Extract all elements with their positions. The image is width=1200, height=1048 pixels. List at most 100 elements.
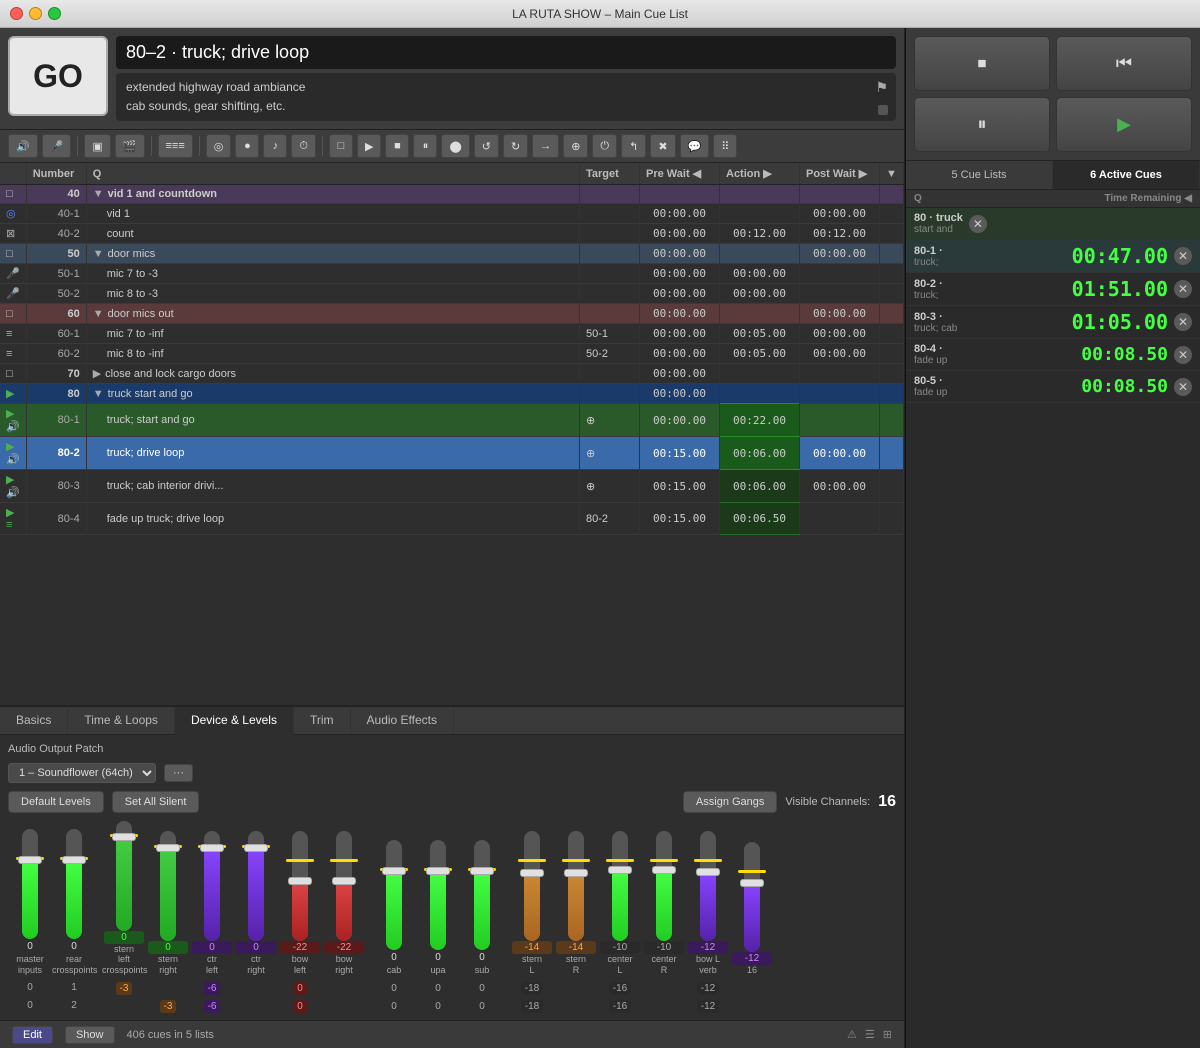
table-row[interactable]: 🎤 50-2 mic 8 to -3 00:00.00 00:00.00: [0, 284, 904, 304]
right-tab-cue-lists[interactable]: 5 Cue Lists: [906, 161, 1053, 189]
close-cue-80-2[interactable]: ✕: [1174, 280, 1192, 298]
toolbar-record-btn[interactable]: ●: [235, 134, 259, 158]
audio-patch-select[interactable]: 1 – Soundflower (64ch): [8, 763, 156, 783]
default-levels-btn[interactable]: Default Levels: [8, 791, 104, 813]
table-row[interactable]: ≡ 60-2 mic 8 to -inf 50-2 00:00.00 00:05…: [0, 344, 904, 364]
toolbar-add-btn[interactable]: ⊕: [563, 134, 588, 158]
active-cue-item-80-3[interactable]: 80-3 · truck; cab 01:05.00 ✕: [906, 306, 1200, 339]
toolbar-redo-btn[interactable]: ↻: [503, 134, 528, 158]
table-row[interactable]: □ 60 ▼door mics out 00:00.00 00:00.00: [0, 304, 904, 324]
toolbar-video-btn[interactable]: 🎬: [115, 134, 145, 158]
tab-audio-effects[interactable]: Audio Effects: [351, 707, 455, 734]
toolbar-pause-btn[interactable]: ⏸: [413, 134, 437, 158]
close-cue-80-4[interactable]: ✕: [1174, 346, 1192, 364]
fader-track-ctr-left[interactable]: [204, 831, 220, 941]
cue-table-wrapper[interactable]: Number Q Target Pre Wait ◀ Action ▶ Post…: [0, 163, 904, 704]
toolbar-next-btn[interactable]: →: [532, 134, 559, 158]
minimize-button[interactable]: [29, 7, 42, 20]
col-header-q[interactable]: Q: [86, 163, 579, 185]
fader-track-sub[interactable]: [474, 840, 490, 950]
fader-track-bow-right[interactable]: [336, 831, 352, 941]
table-row[interactable]: □ 70 ▶close and lock cargo doors 00:00.0…: [0, 364, 904, 384]
stop-button[interactable]: ⏹: [914, 36, 1050, 91]
table-row[interactable]: ▶ 🔊 80-2 truck; drive loop ⊕ 00:15.00 00…: [0, 437, 904, 470]
tab-trim[interactable]: Trim: [294, 707, 351, 734]
table-row[interactable]: ▶ ≡ 80-4 fade up truck; drive loop 80-2 …: [0, 503, 904, 535]
toolbar-undo-btn[interactable]: ↺: [474, 134, 499, 158]
fader-track-stern-R[interactable]: [568, 831, 584, 941]
toolbar-power-btn[interactable]: ⏻: [592, 134, 617, 158]
fader-track-stern-left[interactable]: [116, 821, 132, 931]
table-row[interactable]: ◎ 40-1 vid 1 00:00.00 00:00.00: [0, 204, 904, 224]
col-header-postwait[interactable]: Post Wait ▶: [800, 163, 880, 185]
toolbar-stop-btn[interactable]: □: [329, 134, 353, 158]
table-row[interactable]: □ 40 ▼vid 1 and countdown: [0, 185, 904, 204]
close-cue-80-3[interactable]: ✕: [1174, 313, 1192, 331]
toolbar-target-btn[interactable]: ◎: [206, 134, 232, 158]
fader-track-bow-L-verb[interactable]: [700, 831, 716, 941]
active-cue-item-80-4[interactable]: 80-4 · fade up 00:08.50 ✕: [906, 339, 1200, 371]
play-button[interactable]: ▶: [1056, 97, 1192, 152]
fader-track-bow-left[interactable]: [292, 831, 308, 941]
col-header-number[interactable]: Number: [26, 163, 86, 185]
status-text: 406 cues in 5 lists: [127, 1029, 214, 1041]
assign-gangs-btn[interactable]: Assign Gangs: [683, 791, 777, 813]
col-header-misc[interactable]: ▼: [880, 163, 904, 185]
active-cue-item-80-5[interactable]: 80-5 · fade up 00:08.50 ✕: [906, 371, 1200, 403]
toolbar-clock-btn[interactable]: ⏱: [291, 134, 316, 158]
table-row[interactable]: ≡ 60-1 mic 7 to -inf 50-1 00:00.00 00:05…: [0, 324, 904, 344]
window-controls[interactable]: [10, 7, 61, 20]
fader-track-center-R[interactable]: [656, 831, 672, 941]
table-row[interactable]: ▶ 80 ▼truck start and go 00:00.00: [0, 384, 904, 404]
table-row[interactable]: ⊠ 40-2 count 00:00.00 00:12.00 00:12.00: [0, 224, 904, 244]
col-header-prewait[interactable]: Pre Wait ◀: [640, 163, 720, 185]
fader-track-cab[interactable]: [386, 840, 402, 950]
pause-button[interactable]: ⏸: [914, 97, 1050, 152]
table-row[interactable]: 🎤 50-1 mic 7 to -3 00:00.00 00:00.00: [0, 264, 904, 284]
tab-time-loops[interactable]: Time & Loops: [68, 707, 175, 734]
maximize-button[interactable]: [48, 7, 61, 20]
set-all-silent-btn[interactable]: Set All Silent: [112, 791, 200, 813]
col-header-action[interactable]: Action ▶: [720, 163, 800, 185]
audio-patch-options-btn[interactable]: ···: [164, 764, 193, 782]
tab-basics[interactable]: Basics: [0, 707, 68, 734]
tab-device-levels[interactable]: Device & Levels: [175, 707, 294, 735]
close-button[interactable]: [10, 7, 23, 20]
show-tab[interactable]: Show: [65, 1026, 115, 1044]
toolbar-play-btn[interactable]: ▶: [357, 134, 381, 158]
fader-track-16[interactable]: [744, 842, 760, 952]
table-row[interactable]: ▶ 🔊 80-1 truck; start and go ⊕ 00:00.00 …: [0, 404, 904, 437]
close-cue-80-1[interactable]: ✕: [1174, 247, 1192, 265]
fader-track-upa[interactable]: [430, 840, 446, 950]
col-header-target[interactable]: Target: [580, 163, 640, 185]
fader-track-master[interactable]: [22, 829, 38, 939]
close-cue-80-5[interactable]: ✕: [1174, 378, 1192, 396]
fader-track-ctr-right[interactable]: [248, 831, 264, 941]
fader-track-stern-L[interactable]: [524, 831, 540, 941]
go-button[interactable]: GO: [8, 36, 108, 116]
row-action: 00:00.00: [720, 284, 800, 304]
fader-track-rear[interactable]: [66, 829, 82, 939]
edit-tab[interactable]: Edit: [12, 1026, 53, 1044]
toolbar-loop-btn[interactable]: ↰: [621, 134, 646, 158]
toolbar-chat-btn[interactable]: 💬: [680, 134, 710, 158]
toolbar-x-btn[interactable]: ✖: [650, 134, 675, 158]
toolbar-screen-btn[interactable]: ▣: [84, 134, 110, 158]
toolbar-grid-btn[interactable]: ⠿: [713, 134, 737, 158]
table-row[interactable]: ▶ 🔊 80-3 truck; cab interior drivi... ⊕ …: [0, 470, 904, 503]
fader-track-center-L[interactable]: [612, 831, 628, 941]
right-tab-active-cues[interactable]: 6 Active Cues: [1053, 161, 1200, 189]
toolbar-speaker-btn[interactable]: 🔊: [8, 134, 38, 158]
toolbar-dot-btn[interactable]: ⬤: [441, 134, 469, 158]
toolbar-stop2-btn[interactable]: ■: [385, 134, 409, 158]
toolbar-music-btn[interactable]: ♪: [263, 134, 287, 158]
fader-track-stern-right[interactable]: [160, 831, 176, 941]
active-cue-item-80-2[interactable]: 80-2 · truck; 01:51.00 ✕: [906, 273, 1200, 306]
toolbar-mic-btn[interactable]: 🎤: [42, 134, 72, 158]
close-cue-80[interactable]: ✕: [969, 215, 987, 233]
active-cue-item-80-1[interactable]: 80-1 · truck; 00:47.00 ✕: [906, 240, 1200, 273]
active-cue-item-80[interactable]: 80 · truck start and ✕: [906, 208, 1200, 240]
toolbar-mixer-btn[interactable]: ≡≡≡: [158, 134, 193, 158]
rewind-button[interactable]: ⏮: [1056, 36, 1192, 91]
table-row[interactable]: □ 50 ▼door mics 00:00.00 00:00.00: [0, 244, 904, 264]
